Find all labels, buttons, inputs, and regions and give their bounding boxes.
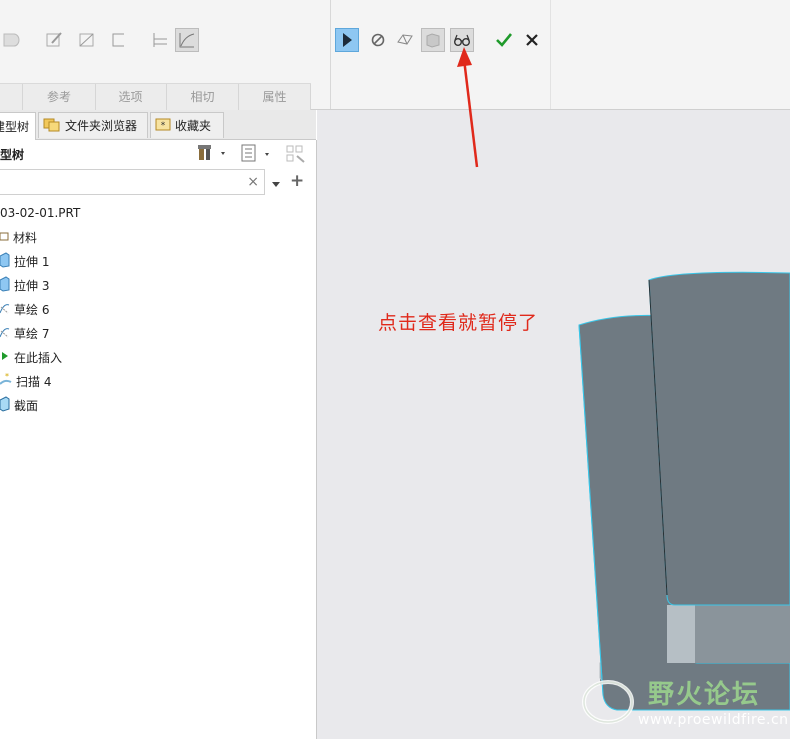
dimension-icon[interactable] — [148, 28, 172, 52]
bracket-icon[interactable] — [107, 28, 131, 52]
tab-model-tree-label: 建型树 — [0, 120, 30, 134]
tree-item-sweep-4[interactable]: * 扫描 4 — [0, 370, 51, 392]
tree-item-label: 扫描 4 — [16, 374, 52, 389]
tree-item-insert-here[interactable]: 在此插入 — [0, 346, 62, 368]
tree-item-extrude-1[interactable]: 拉伸 1 — [0, 250, 49, 272]
sketch-icon — [0, 325, 10, 342]
section-icon — [0, 395, 10, 415]
tree-columns-icon[interactable] — [240, 144, 276, 167]
slash-box-icon[interactable] — [75, 28, 99, 52]
svg-text:*: * — [161, 121, 166, 131]
model-3d-view — [578, 271, 790, 711]
watermark-url: www.proewildfire.cn — [638, 712, 789, 728]
sketch-icon — [0, 301, 10, 318]
tree-item-label: 材料 — [13, 230, 38, 245]
tree-root-label: 03-02-01.PRT — [0, 206, 81, 220]
group-tab-references[interactable]: 参考 — [22, 84, 96, 110]
tree-item-label: 草绘 7 — [14, 326, 50, 341]
add-filter-icon[interactable]: + — [290, 171, 304, 191]
tree-item-label: 拉伸 3 — [14, 278, 50, 293]
search-dropdown-icon[interactable] — [271, 177, 281, 191]
tree-settings-icon[interactable] — [197, 143, 229, 166]
ribbon: 参考 选项 相切 属性 — [0, 0, 790, 110]
tree-item-sketch-6[interactable]: 草绘 6 — [0, 298, 49, 320]
group-tab-properties[interactable]: 属性 — [239, 84, 311, 110]
watermark: 野火论坛 www.proewildfire.cn — [580, 672, 790, 739]
resume-play-icon[interactable] — [335, 28, 359, 52]
shape-icon[interactable] — [0, 28, 24, 52]
confirm-check-icon[interactable] — [492, 28, 516, 52]
tree-item-label: 草绘 6 — [14, 302, 50, 317]
folder-icon — [0, 230, 9, 244]
pause-stop-icon[interactable] — [366, 28, 390, 52]
insert-arrow-icon — [0, 350, 10, 365]
clear-search-icon[interactable]: × — [247, 174, 259, 190]
annotation-arrow-icon — [457, 47, 479, 168]
tree-search-input[interactable]: × — [0, 169, 265, 195]
annotation-text: 点击查看就暂停了 — [378, 312, 539, 334]
tree-filter-icon[interactable] — [285, 144, 307, 167]
tree-item-label: 截面 — [14, 398, 39, 413]
ribbon-divider-right — [550, 0, 551, 109]
tree-item-label: 在此插入 — [14, 350, 63, 365]
folder-browser-icon — [43, 116, 61, 135]
tab-folder-browser-label: 文件夹浏览器 — [65, 119, 138, 133]
tree-item-material[interactable]: 材料 — [0, 226, 37, 248]
favorites-icon: * — [155, 116, 171, 135]
tangent-curve-icon[interactable] — [175, 28, 199, 52]
tree-item-extrude-3[interactable]: 拉伸 3 — [0, 274, 49, 296]
model-tree-title: 型树 — [0, 148, 25, 162]
sweep-icon: * — [0, 372, 12, 390]
tree-item-section[interactable]: 截面 — [0, 394, 38, 416]
ribbon-group-bar: 参考 选项 相切 属性 — [0, 83, 311, 110]
edit-sketch-icon[interactable] — [42, 28, 66, 52]
tab-favorites-label: 收藏夹 — [175, 119, 212, 133]
graphics-viewport[interactable] — [317, 110, 790, 739]
navigator-tabs: 建型树 文件夹浏览器 * 收藏夹 — [0, 110, 316, 140]
group-tab-options[interactable]: 选项 — [95, 84, 167, 110]
group-tab-tangency[interactable]: 相切 — [167, 84, 239, 110]
geometry-preview-icon[interactable] — [393, 28, 417, 52]
tab-folder-browser[interactable]: 文件夹浏览器 — [38, 112, 148, 138]
tab-favorites[interactable]: * 收藏夹 — [150, 112, 224, 138]
tab-model-tree[interactable]: 建型树 — [0, 112, 36, 140]
tree-item-label: 拉伸 1 — [14, 254, 50, 269]
extrude-icon — [0, 275, 10, 295]
extrude-icon — [0, 251, 10, 271]
feature-preview-icon[interactable] — [421, 28, 445, 52]
svg-text:*: * — [5, 373, 9, 381]
tree-item-sketch-7[interactable]: 草绘 7 — [0, 322, 49, 344]
tree-root-item[interactable]: 03-02-01.PRT — [0, 202, 80, 224]
ribbon-divider — [330, 0, 331, 109]
model-tree-panel: 型树 × + 03-02-01.PRT 材料 拉伸 1 拉伸 3 草绘 6 草绘… — [0, 140, 317, 739]
watermark-title: 野火论坛 — [648, 680, 761, 710]
cancel-x-icon[interactable] — [520, 28, 544, 52]
